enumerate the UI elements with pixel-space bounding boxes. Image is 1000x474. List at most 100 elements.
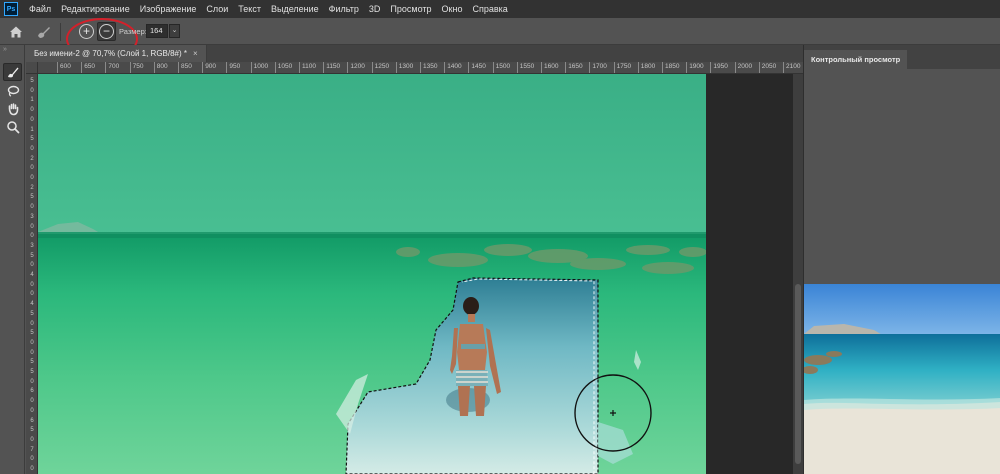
ruler-tick-label: 950 — [226, 62, 240, 73]
menu-file[interactable]: Файл — [24, 0, 56, 18]
ruler-tick-label: 1450 — [468, 62, 486, 73]
ruler-tick-label: 6 — [30, 417, 34, 424]
menu-bar: Ps Файл Редактирование Изображение Слои … — [0, 0, 1000, 18]
ruler-tick-label: 1950 — [710, 62, 728, 73]
ruler-tick-label: 5 — [30, 359, 34, 366]
ruler-tick-label: 5 — [30, 78, 34, 84]
menu-image[interactable]: Изображение — [135, 0, 202, 18]
ruler-tick-label: 3 — [30, 213, 34, 220]
ruler-tick-label: 0 — [30, 262, 34, 269]
home-icon[interactable] — [8, 24, 24, 40]
menu-type[interactable]: Текст — [233, 0, 266, 18]
ruler-tick-label: 0 — [30, 349, 34, 356]
ruler-tick-label: 2100 — [783, 62, 800, 73]
beach-photo-with-overlay[interactable] — [38, 74, 706, 474]
ruler-tick-label: 0 — [30, 175, 34, 181]
refine-edge-brush-icon[interactable] — [3, 63, 22, 81]
ruler-tick-label: 0 — [30, 233, 34, 240]
ruler-tick-label: 5 — [30, 252, 34, 259]
ruler-tick-label: 1850 — [662, 62, 679, 73]
ruler-tick-label: 1150 — [323, 62, 340, 73]
ruler-tick-label: 3 — [30, 242, 34, 249]
close-tab-icon[interactable]: × — [193, 49, 198, 58]
hand-icon[interactable] — [3, 100, 22, 118]
ruler-tick-label: 1500 — [492, 62, 510, 73]
ruler-tick-label: 1900 — [686, 62, 704, 73]
ruler-tick-label: 1 — [30, 97, 34, 104]
ruler-tick-label: 0 — [30, 116, 34, 123]
brush-size-input[interactable]: 164 — [146, 24, 168, 38]
ruler-tick-label: 900 — [202, 62, 216, 73]
ruler-tick-label: 1200 — [347, 62, 365, 73]
ruler-origin[interactable] — [26, 62, 38, 74]
options-bar: + − Размер: 164 ⌄ — [0, 18, 1000, 60]
ruler-tick-label: 1050 — [274, 62, 292, 73]
ruler-tick-label: 700 — [105, 62, 119, 73]
brush-size-label: Размер: — [119, 27, 147, 36]
ruler-tick-label: 1100 — [299, 62, 316, 73]
ruler-tick-label: 0 — [30, 407, 34, 414]
ruler-tick-label: 2 — [30, 184, 34, 191]
ruler-tick-label: 1750 — [613, 62, 631, 73]
ruler-tick-label: 5 — [30, 330, 34, 337]
ruler-tick-label: 850 — [178, 62, 192, 73]
ruler-tick-label: 0 — [30, 398, 34, 405]
ruler-tick-label: 0 — [30, 281, 34, 288]
ruler-tick-label: 650 — [81, 62, 95, 73]
menu-filter[interactable]: Фильтр — [324, 0, 364, 18]
ruler-tick-label: 0 — [30, 165, 34, 172]
ruler-tick-label: 5 — [30, 136, 34, 143]
ruler-tick-label: 0 — [30, 466, 34, 472]
ruler-tick-label: 1000 — [250, 62, 268, 73]
preview-image — [804, 284, 1000, 474]
ruler-tick-label: 600 — [57, 62, 71, 73]
lasso-icon[interactable] — [3, 82, 22, 100]
ruler-tick-label: 0 — [30, 320, 34, 327]
ruler-tick-label: 1 — [30, 126, 34, 133]
menu-window[interactable]: Окно — [437, 0, 468, 18]
ruler-tick-label: 0 — [30, 291, 34, 298]
photoshop-logo[interactable]: Ps — [4, 2, 18, 16]
ruler-tick-label: 2 — [30, 155, 34, 162]
horizontal-ruler[interactable]: 600 650 700 750 800 850 900 950 1000 1050 1100 1150… — [38, 62, 803, 74]
menu-3d[interactable]: 3D — [364, 0, 386, 18]
ruler-tick-label: 1300 — [395, 62, 413, 73]
options-separator — [60, 23, 61, 41]
vertical-ruler[interactable]: 5 0 1 0 0 1 5 0 2 0 0 2 5 0 3 0 0 3 5 0 4 0 0 4 5 0 5 0 0 5 5 0 6 0 0 6 5 0 7 0… — [26, 74, 38, 474]
brush-size-dropdown-icon[interactable]: ⌄ — [169, 24, 180, 38]
ruler-tick-label: 800 — [153, 62, 168, 73]
ruler-tick-label: 0 — [30, 456, 34, 463]
ruler-tick-label: 0 — [30, 339, 34, 346]
document-canvas[interactable] — [38, 74, 803, 474]
ruler-tick-label: 1250 — [371, 62, 389, 73]
scrollbar-thumb[interactable] — [795, 284, 801, 464]
menu-layers[interactable]: Слои — [201, 0, 233, 18]
zoom-icon[interactable] — [3, 118, 22, 136]
ruler-tick-label: 1650 — [565, 62, 583, 73]
brush-preset-icon[interactable] — [34, 23, 52, 41]
ruler-tick-label: 0 — [30, 436, 34, 443]
ruler-tick-label: 1700 — [589, 62, 607, 73]
canvas-vertical-scrollbar[interactable] — [793, 74, 803, 474]
ruler-tick-label: 0 — [30, 87, 34, 94]
ruler-tick-label: 2050 — [758, 62, 776, 73]
ruler-tick-label: 1350 — [420, 62, 437, 73]
ruler-tick-label: 0 — [30, 223, 34, 230]
toolbar-collapse-icon[interactable]: » — [3, 46, 7, 53]
menu-view[interactable]: Просмотр — [385, 0, 436, 18]
document-tab[interactable]: Без имени-2 @ 70,7% (Слой 1, RGB/8#) * × — [26, 45, 207, 62]
menu-select[interactable]: Выделение — [266, 0, 324, 18]
menu-help[interactable]: Справка — [467, 0, 512, 18]
ruler-tick-label: 0 — [30, 204, 34, 211]
menu-edit[interactable]: Редактирование — [56, 0, 135, 18]
tools-panel: » — [0, 45, 25, 474]
document-tab-bar: Без имени-2 @ 70,7% (Слой 1, RGB/8#) * × — [26, 45, 803, 62]
ruler-tick-label: 1550 — [516, 62, 534, 73]
ruler-tick-label: 4 — [30, 301, 34, 308]
ruler-tick-label: 5 — [30, 369, 34, 375]
panel-tab-preview[interactable]: Контрольный просмотр — [804, 50, 908, 69]
document-tab-title: Без имени-2 @ 70,7% (Слой 1, RGB/8#) * — [34, 49, 187, 58]
ruler-tick-label: 1400 — [444, 62, 462, 73]
ruler-tick-label: 2000 — [734, 62, 752, 73]
ruler-tick-label: 0 — [30, 107, 34, 114]
